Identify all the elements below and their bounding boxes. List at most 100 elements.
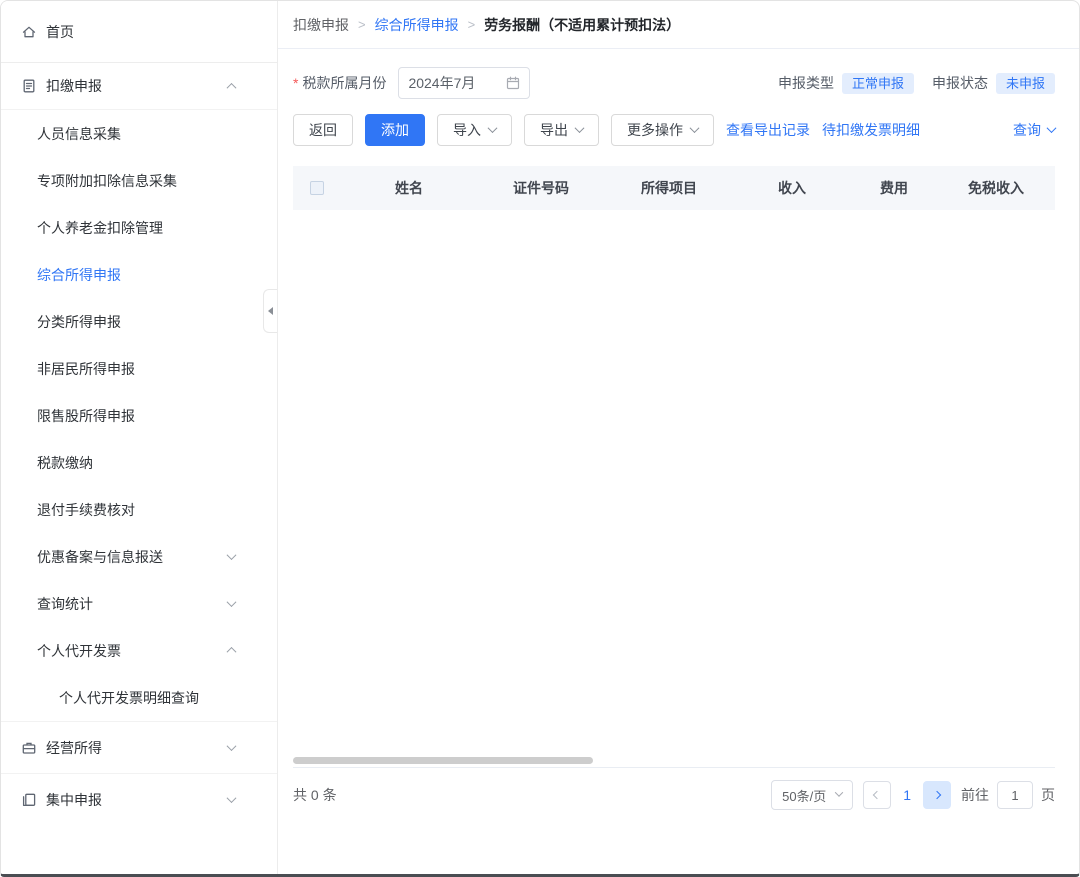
declare-status-label: 申报状态	[932, 73, 988, 93]
sidebar-item-nonresident-income[interactable]: 非居民所得申报	[1, 345, 277, 392]
declare-status-badge: 未申报	[996, 73, 1055, 94]
sidebar-item-label: 人员信息采集	[37, 124, 121, 144]
sidebar-item-classified-income[interactable]: 分类所得申报	[1, 298, 277, 345]
sidebar-item-personnel-info[interactable]: 人员信息采集	[1, 110, 277, 157]
sidebar-item-query-statistics[interactable]: 查询统计	[1, 580, 277, 627]
toolbar: 返回 添加 导入 导出 更多操作 查看导出记录 待扣缴发票明细 查询	[293, 114, 1055, 146]
select-all-cell	[293, 181, 341, 195]
pager: 50条/页 1 前往 页	[771, 780, 1055, 810]
tax-month-value: 2024年7月	[408, 73, 475, 93]
total-count: 共 0 条	[293, 785, 337, 805]
sidebar-item-personal-invoice[interactable]: 个人代开发票	[1, 627, 277, 674]
view-export-records-link[interactable]: 查看导出记录	[726, 120, 810, 140]
required-asterisk: *	[293, 75, 298, 91]
select-all-checkbox[interactable]	[310, 181, 324, 195]
sidebar-item-label: 退付手续费核对	[37, 500, 135, 520]
collapse-left-icon	[268, 307, 273, 315]
sidebar-collapse-button[interactable]	[263, 289, 277, 333]
pending-withholding-invoices-link[interactable]: 待扣缴发票明细	[822, 120, 920, 140]
chevron-down-icon	[227, 793, 237, 803]
sidebar-item-preference-filing[interactable]: 优惠备案与信息报送	[1, 533, 277, 580]
sidebar-item-comprehensive-income[interactable]: 综合所得申报	[1, 251, 277, 298]
sidebar-item-centralized-declaration[interactable]: 集中申报	[1, 773, 277, 825]
chevron-down-icon	[575, 123, 585, 133]
current-page-number: 1	[901, 787, 913, 803]
briefcase-icon	[21, 740, 37, 756]
sidebar-item-label: 首页	[46, 22, 74, 42]
data-table: 姓名 证件号码 所得项目 收入 费用 免税收入	[293, 166, 1055, 768]
back-button[interactable]: 返回	[293, 114, 353, 146]
sidebar-item-special-deduction-info[interactable]: 专项附加扣除信息采集	[1, 157, 277, 204]
sidebar-item-home[interactable]: 首页	[1, 1, 277, 63]
add-button[interactable]: 添加	[365, 114, 425, 146]
sidebar-item-label: 查询统计	[37, 594, 93, 614]
sidebar-item-tax-payment[interactable]: 税款缴纳	[1, 439, 277, 486]
chevron-down-icon	[227, 550, 237, 560]
sidebar-item-label: 扣缴申报	[46, 76, 102, 96]
declaration-meta: 申报类型 正常申报 申报状态 未申报	[778, 73, 1055, 94]
more-actions-label: 更多操作	[627, 120, 683, 140]
sidebar-item-restricted-shares[interactable]: 限售股所得申报	[1, 392, 277, 439]
sidebar-item-label: 个人养老金扣除管理	[37, 218, 163, 238]
chevron-right-icon	[933, 791, 941, 799]
column-header-expense: 费用	[851, 178, 937, 198]
goto-page-input[interactable]	[997, 781, 1033, 809]
chevron-down-icon	[227, 741, 237, 751]
column-header-tax-free-income: 免税收入	[937, 178, 1055, 198]
import-dropdown-button[interactable]: 导入	[437, 114, 512, 146]
chevron-down-icon	[488, 123, 498, 133]
tax-month-label: 税款所属月份	[302, 73, 386, 93]
sidebar-item-label: 个人代开发票	[37, 641, 121, 661]
goto-prefix-label: 前往	[961, 785, 989, 805]
page-size-select[interactable]: 50条/页	[771, 780, 853, 810]
declare-type-badge: 正常申报	[842, 73, 914, 94]
chevron-up-icon	[227, 647, 237, 657]
sidebar-item-withholding-declaration[interactable]: 扣缴申报	[1, 63, 277, 110]
sidebar-item-label: 分类所得申报	[37, 312, 121, 332]
main-content: 扣缴申报 > 综合所得申报 > 劳务报酬（不适用累计预扣法） * 税款所属月份 …	[278, 1, 1079, 874]
table-header-row: 姓名 证件号码 所得项目 收入 费用 免税收入	[293, 166, 1055, 210]
sidebar-item-label: 专项附加扣除信息采集	[37, 171, 177, 191]
chevron-down-icon	[1047, 123, 1057, 133]
chevron-up-icon	[227, 82, 237, 92]
prev-page-button[interactable]	[863, 781, 891, 809]
goto-page: 前往 页	[961, 781, 1055, 809]
documents-stack-icon	[21, 792, 37, 808]
chevron-down-icon	[227, 597, 237, 607]
breadcrumb-item-comprehensive-income[interactable]: 综合所得申报	[375, 15, 459, 35]
sidebar-item-label: 个人代开发票明细查询	[59, 688, 199, 708]
breadcrumb-item-withholding[interactable]: 扣缴申报	[293, 15, 349, 35]
pagination-bar: 共 0 条 50条/页 1 前往 页	[293, 780, 1055, 810]
next-page-button[interactable]	[923, 781, 951, 809]
sidebar-item-label: 综合所得申报	[37, 265, 121, 285]
breadcrumb-separator: >	[358, 17, 366, 32]
sidebar-item-business-income[interactable]: 经营所得	[1, 721, 277, 773]
horizontal-scrollbar	[293, 757, 1055, 764]
sidebar-item-label: 限售股所得申报	[37, 406, 135, 426]
export-label: 导出	[540, 120, 568, 140]
chevron-left-icon	[873, 791, 881, 799]
tax-month-filter: * 税款所属月份 2024年7月	[293, 67, 530, 99]
column-header-income-item: 所得项目	[605, 178, 733, 198]
chevron-down-icon	[835, 788, 843, 796]
query-dropdown-link[interactable]: 查询	[1013, 120, 1055, 140]
tax-month-input[interactable]: 2024年7月	[398, 67, 530, 99]
app-window: 首页 扣缴申报 人员信息采集 专项附加扣除信息采集 个人养老金扣除管理 综合所得…	[0, 0, 1080, 877]
sidebar-item-refund-fee-check[interactable]: 退付手续费核对	[1, 486, 277, 533]
export-dropdown-button[interactable]: 导出	[524, 114, 599, 146]
sidebar-item-pension-deduction[interactable]: 个人养老金扣除管理	[1, 204, 277, 251]
column-header-income: 收入	[733, 178, 851, 198]
breadcrumb-separator: >	[468, 17, 476, 32]
sidebar-item-label: 税款缴纳	[37, 453, 93, 473]
home-icon	[21, 24, 37, 40]
page-title: 劳务报酬（不适用累计预扣法）	[484, 15, 680, 35]
query-label: 查询	[1013, 120, 1041, 140]
sidebar-item-personal-invoice-detail-query[interactable]: 个人代开发票明细查询	[1, 674, 277, 721]
sidebar: 首页 扣缴申报 人员信息采集 专项附加扣除信息采集 个人养老金扣除管理 综合所得…	[1, 1, 278, 874]
sidebar-item-label: 经营所得	[46, 738, 102, 758]
breadcrumb: 扣缴申报 > 综合所得申报 > 劳务报酬（不适用累计预扣法）	[278, 1, 1079, 49]
table-body-empty	[293, 210, 1055, 767]
calendar-icon	[506, 76, 520, 90]
more-actions-dropdown-button[interactable]: 更多操作	[611, 114, 714, 146]
horizontal-scrollbar-thumb[interactable]	[293, 757, 593, 764]
